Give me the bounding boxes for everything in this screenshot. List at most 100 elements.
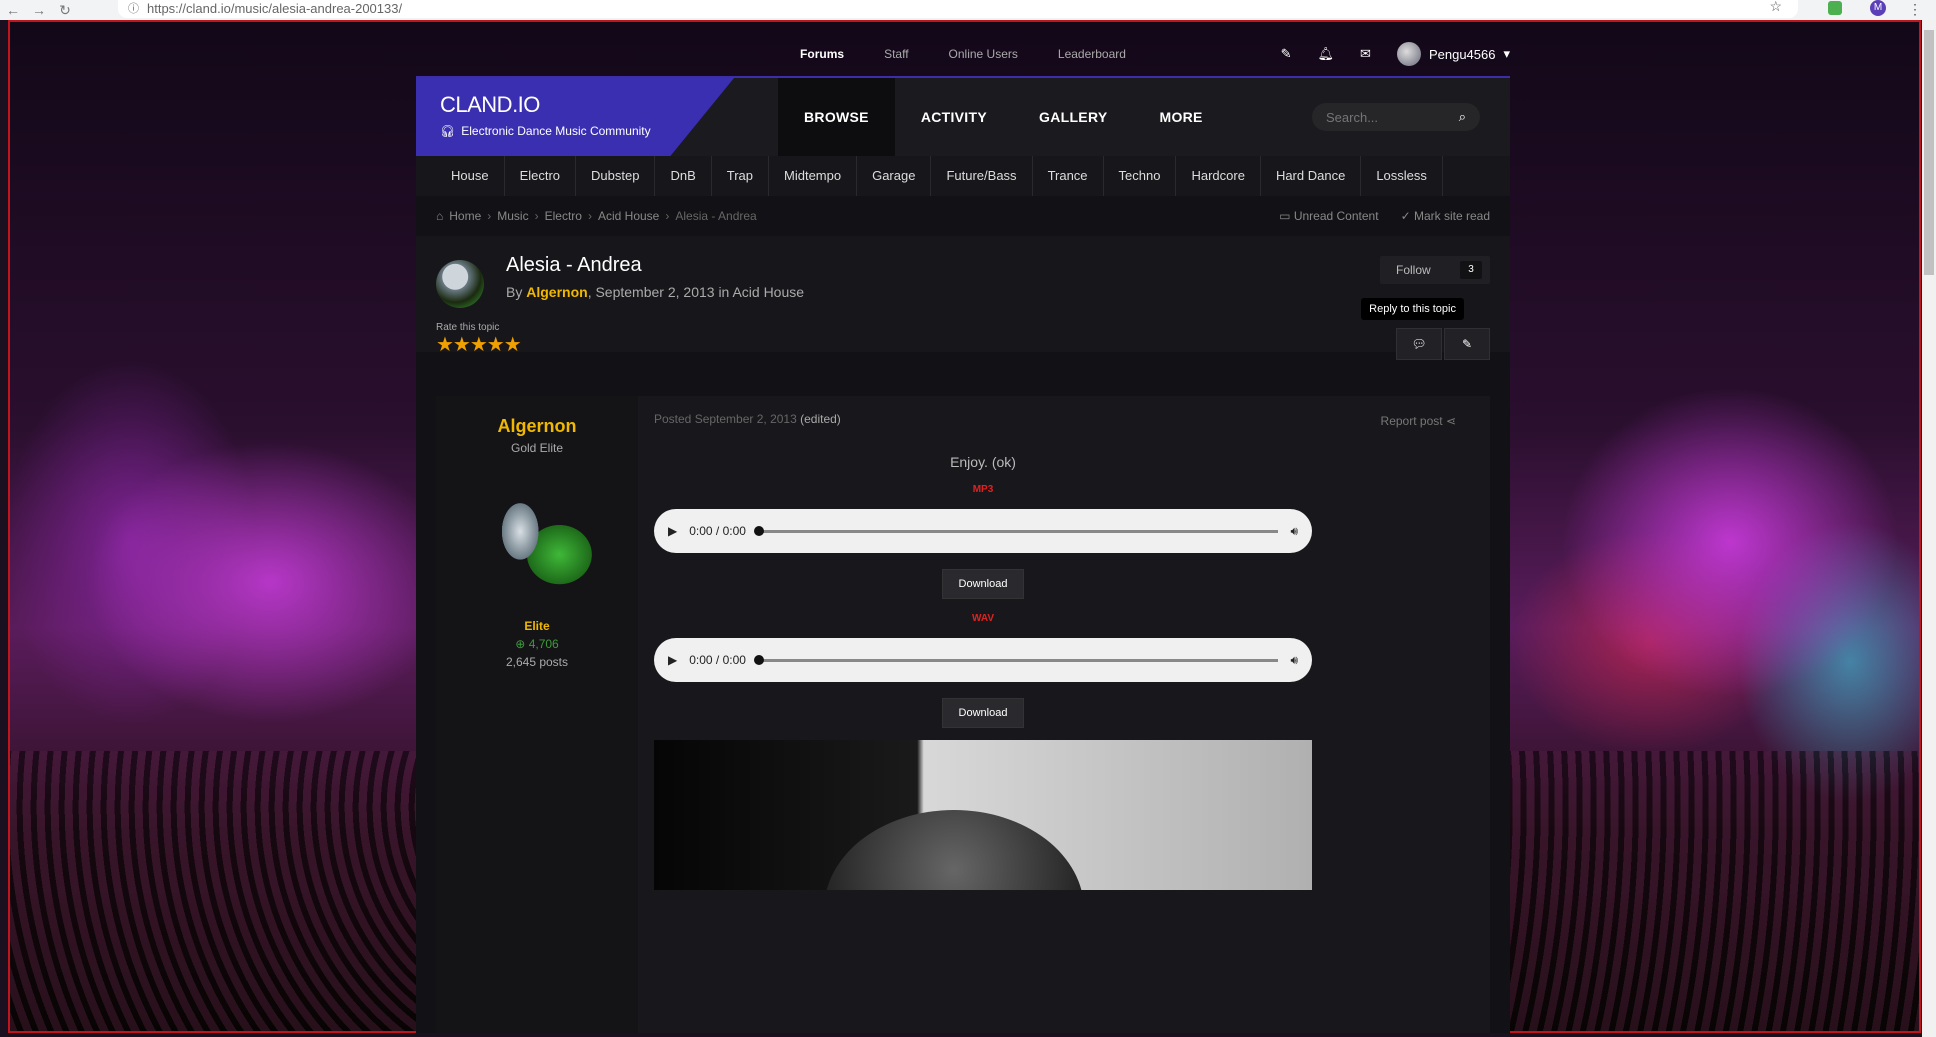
report-label: Report post (1380, 414, 1443, 428)
plus-circle-icon: ⊕ (515, 637, 526, 651)
info-icon[interactable]: ⓘ (128, 2, 139, 16)
format-label-mp3: MP3 (972, 484, 994, 495)
post: Algernon Gold Elite Elite ⊕ 4,706 2,645 … (436, 396, 1490, 1033)
user-bar: Forums Staff Online Users Leaderboard ✎ … (416, 34, 1510, 74)
report-post-link[interactable]: Report post ⋖ (1381, 414, 1456, 428)
genre-hard-dance[interactable]: Hard Dance (1261, 156, 1362, 196)
genre-future-bass[interactable]: Future/Bass (931, 156, 1033, 196)
post-author-avatar[interactable] (467, 485, 607, 601)
edit-button[interactable]: ✎ (1444, 328, 1490, 360)
post-lead-text: Enjoy. (ok) (950, 454, 1016, 470)
breadcrumb: ⌂ Home › Music › Electro › Acid House › … (416, 196, 1510, 236)
post-author-name[interactable]: Algernon (436, 416, 638, 437)
follow-count: 3 (1460, 261, 1482, 279)
link-leaderboard[interactable]: Leaderboard (1058, 47, 1126, 61)
audio-progress-bar[interactable] (753, 654, 1279, 665)
download-button-mp3[interactable]: Download (941, 569, 1025, 599)
forward-icon[interactable]: → (26, 2, 52, 18)
bookmark-star-icon[interactable]: ☆ (1769, 0, 1782, 13)
crumb-music[interactable]: Music (497, 209, 528, 223)
topic-header: Alesia - Andrea By Algernon, September 2… (416, 236, 1510, 360)
address-bar[interactable]: ⓘ https://cland.io/music/alesia-andrea-2… (118, 0, 1798, 18)
reload-icon[interactable]: ↻ (52, 2, 78, 19)
nav-gallery[interactable]: GALLERY (1013, 78, 1133, 156)
genre-techno[interactable]: Techno (1104, 156, 1177, 196)
volume-icon[interactable]: 🔊︎ (1290, 653, 1298, 668)
follow-label: Follow (1396, 263, 1431, 277)
crumb-electro[interactable]: Electro (545, 209, 582, 223)
chevron-right-icon: › (587, 209, 592, 223)
post-body: Enjoy. (ok) MP3 ▶ 0:00 / 0:00 🔊︎ Downloa… (654, 454, 1312, 890)
genre-lossless[interactable]: Lossless (1361, 156, 1443, 196)
search-box: ⌕ (1312, 103, 1480, 131)
genre-garage[interactable]: Garage (857, 156, 932, 196)
topic-by: By (506, 284, 523, 300)
link-staff[interactable]: Staff (884, 47, 908, 61)
brand-block[interactable]: CLAND.IO 🎧︎ Electronic Dance Music Commu… (416, 78, 734, 156)
crumb-acid-house[interactable]: Acid House (598, 209, 659, 223)
url-text: https://cland.io/music/alesia-andrea-200… (147, 1, 403, 16)
nav-browse[interactable]: BROWSE (778, 78, 895, 156)
link-online-users[interactable]: Online Users (949, 47, 1018, 61)
pencil-icon[interactable]: ✎ (1281, 46, 1292, 62)
unread-label: Unread Content (1293, 209, 1379, 223)
nav-more[interactable]: MORE (1133, 78, 1228, 156)
download-button-wav[interactable]: Download (941, 698, 1025, 728)
topic-author-link[interactable]: Algernon (526, 284, 587, 300)
audio-progress-bar[interactable] (753, 525, 1279, 536)
extension-icon[interactable] (1828, 1, 1842, 15)
topic-date: , September 2, 2013 in Acid House (587, 284, 805, 300)
unread-content-link[interactable]: ▭ Unread Content (1279, 209, 1378, 223)
breadcrumb-trail: ⌂ Home › Music › Electro › Acid House › … (436, 209, 757, 223)
profile-avatar[interactable]: M (1870, 0, 1886, 16)
back-icon[interactable]: ← (0, 2, 26, 18)
post-date: Posted September 2, 2013 (edited) (654, 412, 841, 426)
album-artwork (654, 740, 1312, 890)
audio-progress-handle[interactable] (753, 525, 764, 536)
reply-button[interactable]: 💬︎ (1396, 328, 1442, 360)
pencil-icon: ✎ (1461, 337, 1473, 351)
audio-progress-handle[interactable] (753, 654, 764, 665)
page-scrollbar[interactable] (1922, 20, 1936, 1037)
nav-activity[interactable]: ACTIVITY (895, 78, 1013, 156)
genre-trap[interactable]: Trap (712, 156, 770, 196)
genre-dubstep[interactable]: Dubstep (576, 156, 656, 196)
main-container: CLAND.IO 🎧︎ Electronic Dance Music Commu… (416, 76, 1510, 1033)
tagline-text: Electronic Dance Music Community (461, 124, 651, 138)
menu-icon[interactable]: ⋮ (1908, 1, 1922, 18)
genre-trance[interactable]: Trance (1033, 156, 1104, 196)
main-nav: BROWSE ACTIVITY GALLERY MORE (778, 78, 1229, 156)
page-title: Alesia - Andrea (506, 254, 642, 276)
user-menu[interactable]: Pengu4566 ▾ (1396, 42, 1510, 66)
breadcrumb-actions: ▭ Unread Content ✓ Mark site read (1279, 209, 1490, 223)
genre-dnb[interactable]: DnB (655, 156, 712, 196)
post-author-rank: Gold Elite (510, 441, 564, 455)
play-icon[interactable]: ▶ (668, 653, 677, 667)
crumb-home[interactable]: Home (449, 209, 481, 223)
format-label-wav: WAV (971, 613, 995, 624)
link-forums[interactable]: Forums (800, 47, 844, 61)
volume-icon[interactable]: 🔊︎ (1290, 524, 1298, 539)
bell-icon[interactable]: 🔔︎ (1318, 46, 1335, 62)
post-author-role: Elite (524, 619, 550, 633)
topic-author-avatar[interactable] (436, 260, 484, 308)
audio-player-mp3: ▶ 0:00 / 0:00 🔊︎ (654, 509, 1312, 553)
audio-time: 0:00 / 0:00 (689, 524, 746, 538)
share-icon[interactable]: ⋖ (1446, 414, 1456, 428)
mark-site-read-link[interactable]: ✓ Mark site read (1401, 209, 1490, 223)
crumb-current: Alesia - Andrea (675, 209, 757, 223)
genre-midtempo[interactable]: Midtempo (769, 156, 858, 196)
search-icon[interactable]: ⌕ (1459, 109, 1466, 125)
search-input[interactable] (1326, 109, 1446, 125)
envelope-icon[interactable]: ✉ (1360, 46, 1371, 62)
check-icon: ✓ (1400, 209, 1411, 223)
genre-hardcore[interactable]: Hardcore (1176, 156, 1261, 196)
reputation: ⊕ 4,706 (436, 637, 638, 651)
post-author-panel: Algernon Gold Elite Elite ⊕ 4,706 2,645 … (436, 396, 638, 1033)
rating-stars[interactable]: ★★★★★ (436, 332, 522, 357)
genre-electro[interactable]: Electro (505, 156, 577, 196)
genre-house[interactable]: House (436, 156, 505, 196)
follow-button[interactable]: Follow 3 (1380, 256, 1490, 284)
scrollbar-thumb[interactable] (1924, 30, 1934, 275)
play-icon[interactable]: ▶ (668, 524, 677, 538)
